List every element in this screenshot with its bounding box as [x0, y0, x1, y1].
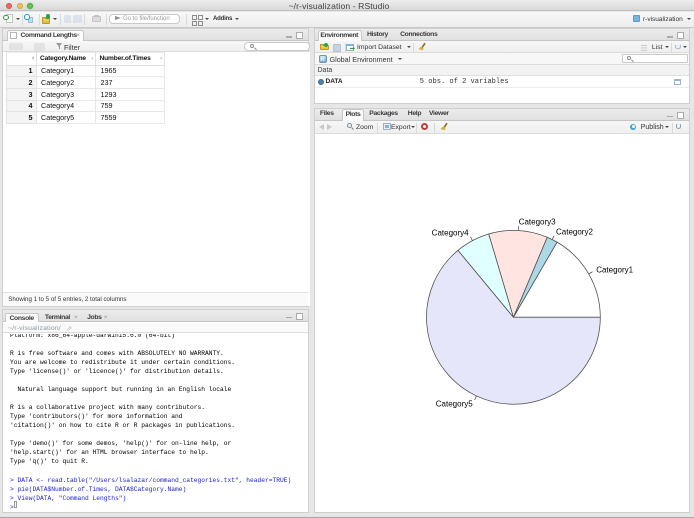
svg-text:Category1: Category1 [596, 265, 633, 274]
svg-text:Category4: Category4 [431, 228, 468, 237]
svg-text:Category2: Category2 [556, 227, 593, 236]
svg-text:Category5: Category5 [435, 399, 472, 408]
svg-text:Category3: Category3 [518, 217, 555, 226]
